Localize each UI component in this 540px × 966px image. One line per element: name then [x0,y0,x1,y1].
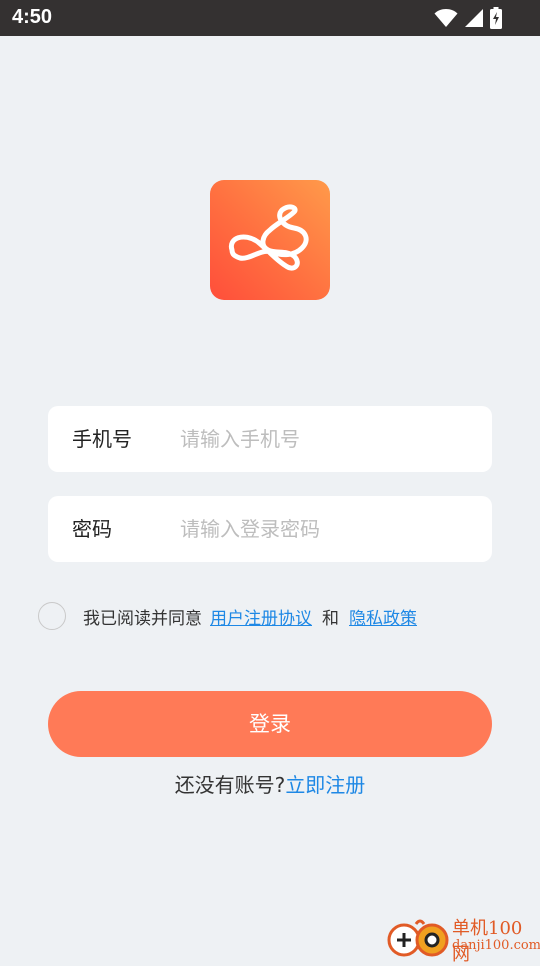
password-field-card[interactable]: 密码 [48,496,492,562]
password-label: 密码 [72,517,112,541]
register-link[interactable]: 立即注册 [285,773,365,797]
register-prompt: 还没有账号? [174,773,286,797]
agreement-row: 我已阅读并同意 用户注册协议 和 隐私政策 [38,600,417,632]
agreement-text: 我已阅读并同意 [83,608,202,629]
agreement-checkbox[interactable] [38,602,66,630]
watermark: 单机100网 danji100.com [386,912,540,965]
status-icons [434,7,502,29]
password-input[interactable] [168,509,480,549]
status-bar: 4:50 [0,0,540,36]
agreement-and-text: 和 [322,608,339,629]
signal-icon [465,9,483,27]
wifi-icon [434,9,458,27]
rabbit-scribble-logo-icon [228,204,309,271]
watermark-logo-icon [387,919,449,957]
status-time: 4:50 [12,6,53,28]
register-row: 还没有账号?立即注册 [0,769,540,798]
battery-charging-icon [490,7,502,29]
phone-label: 手机号 [72,427,132,451]
phone-field-card[interactable]: 手机号 [48,406,492,472]
login-button[interactable]: 登录 [48,691,492,757]
privacy-link[interactable]: 隐私政策 [349,604,417,629]
app-logo [210,180,330,300]
terms-link[interactable]: 用户注册协议 [210,604,312,629]
phone-input[interactable] [168,419,480,459]
watermark-url: danji100.com [452,938,540,953]
